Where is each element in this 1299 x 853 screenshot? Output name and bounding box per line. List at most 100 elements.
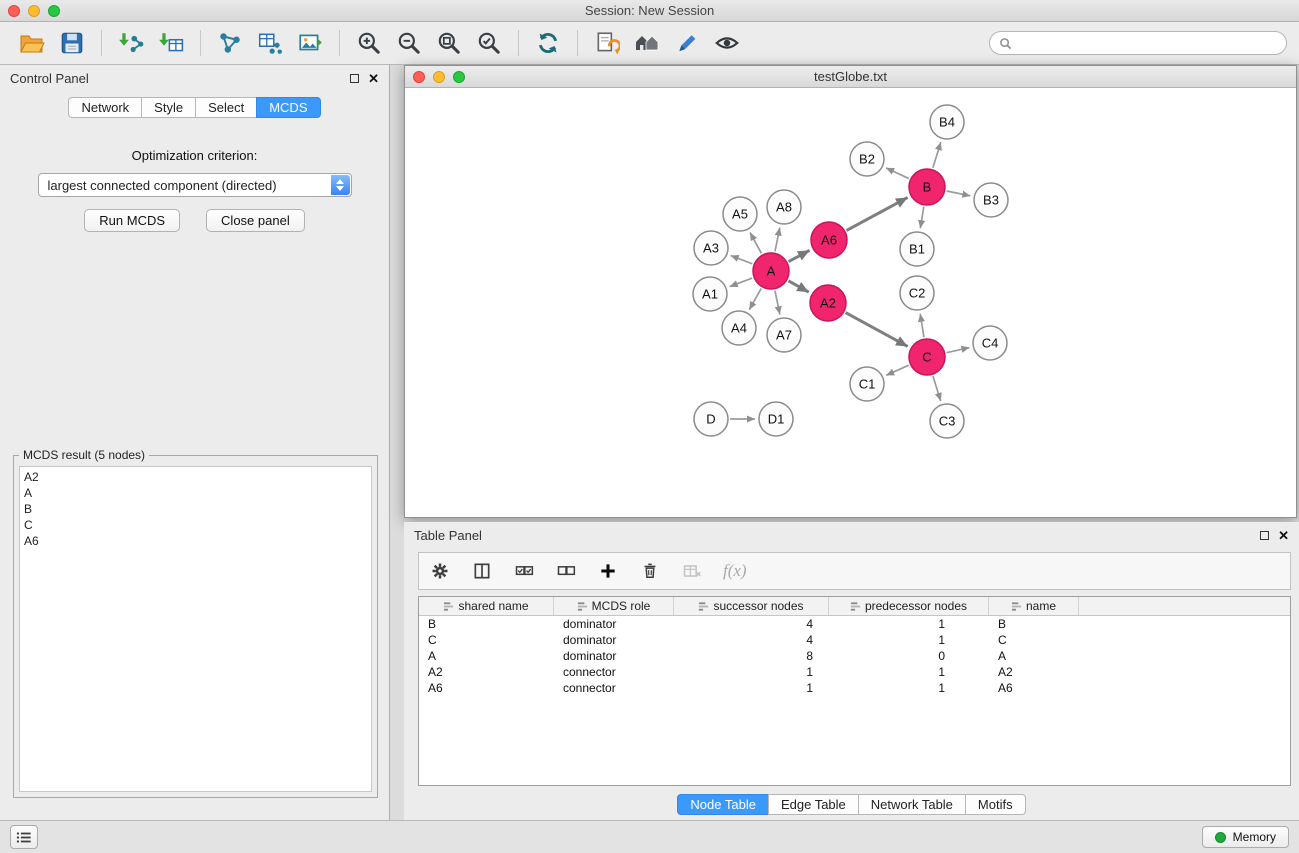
graph-edge-C-C1[interactable] bbox=[886, 365, 909, 375]
graph-node-C1[interactable]: C1 bbox=[850, 367, 884, 401]
graph-node-C3[interactable]: C3 bbox=[930, 404, 964, 438]
show-columns-button[interactable] bbox=[471, 560, 493, 582]
mcds-result-item[interactable]: C bbox=[24, 517, 367, 533]
table-cell[interactable]: 4 bbox=[674, 616, 829, 632]
table-cell[interactable]: 1 bbox=[829, 616, 989, 632]
table-row[interactable]: Cdominator41C bbox=[419, 632, 1290, 648]
graph-edge-A-A3[interactable] bbox=[731, 256, 753, 264]
table-tab-motifs[interactable]: Motifs bbox=[965, 794, 1026, 815]
graph-edge-B-B3[interactable] bbox=[947, 191, 971, 196]
show-hide-button[interactable] bbox=[707, 26, 747, 60]
criterion-dropdown[interactable]: largest connected component (directed) bbox=[38, 173, 352, 197]
float-table-panel-icon[interactable] bbox=[1260, 531, 1269, 540]
mcds-result-list[interactable]: A2ABCA6 bbox=[19, 466, 372, 792]
table-cell[interactable]: B bbox=[419, 616, 554, 632]
table-cell[interactable]: 1 bbox=[829, 632, 989, 648]
graph-node-C2[interactable]: C2 bbox=[900, 276, 934, 310]
table-cell[interactable]: A6 bbox=[419, 680, 554, 696]
home-button[interactable] bbox=[627, 26, 667, 60]
deselect-all-button[interactable] bbox=[555, 560, 577, 582]
graph-node-A4[interactable]: A4 bbox=[722, 311, 756, 345]
maximize-network-window-button[interactable] bbox=[453, 71, 465, 83]
graph-edge-A-A6[interactable] bbox=[789, 250, 810, 261]
column-header-predecessor-nodes[interactable]: predecessor nodes bbox=[829, 597, 989, 615]
mcds-result-item[interactable]: A2 bbox=[24, 469, 367, 485]
close-window-button[interactable] bbox=[8, 5, 20, 17]
graph-node-B1[interactable]: B1 bbox=[900, 232, 934, 266]
graph-node-D1[interactable]: D1 bbox=[759, 402, 793, 436]
export-image-button[interactable] bbox=[290, 26, 330, 60]
graph-node-B2[interactable]: B2 bbox=[850, 142, 884, 176]
table-cell[interactable]: 1 bbox=[829, 680, 989, 696]
table-cell[interactable]: dominator bbox=[554, 616, 674, 632]
graph-edge-A-A5[interactable] bbox=[750, 232, 761, 253]
graph-node-A2[interactable]: A2 bbox=[810, 285, 846, 321]
table-row[interactable]: A6connector11A6 bbox=[419, 680, 1290, 696]
close-network-window-button[interactable] bbox=[413, 71, 425, 83]
column-header-shared-name[interactable]: shared name bbox=[419, 597, 554, 615]
column-header-MCDS-role[interactable]: MCDS role bbox=[554, 597, 674, 615]
table-cell[interactable]: A6 bbox=[989, 680, 1079, 696]
graph-node-C[interactable]: C bbox=[909, 339, 945, 375]
table-cell[interactable]: A2 bbox=[989, 664, 1079, 680]
graph-node-A7[interactable]: A7 bbox=[767, 318, 801, 352]
table-cell[interactable]: A bbox=[989, 648, 1079, 664]
snapshot-button[interactable] bbox=[587, 26, 627, 60]
graph-edge-B-B4[interactable] bbox=[933, 142, 941, 168]
graph-node-A6[interactable]: A6 bbox=[811, 222, 847, 258]
mcds-result-item[interactable]: A6 bbox=[24, 533, 367, 549]
table-cell[interactable]: connector bbox=[554, 680, 674, 696]
table-settings-button[interactable] bbox=[429, 560, 451, 582]
table-cell[interactable]: C bbox=[989, 632, 1079, 648]
search-field[interactable] bbox=[989, 31, 1287, 55]
tab-network[interactable]: Network bbox=[68, 97, 141, 118]
table-row[interactable]: Bdominator41B bbox=[419, 616, 1290, 632]
graph-node-B3[interactable]: B3 bbox=[974, 183, 1008, 217]
table-cell[interactable]: connector bbox=[554, 664, 674, 680]
table-row[interactable]: Adominator80A bbox=[419, 648, 1290, 664]
table-tab-node-table[interactable]: Node Table bbox=[677, 794, 768, 815]
network-from-table-button[interactable] bbox=[250, 26, 290, 60]
save-session-button[interactable] bbox=[52, 26, 92, 60]
import-network-button[interactable] bbox=[111, 26, 151, 60]
table-cell[interactable]: A2 bbox=[419, 664, 554, 680]
table-cell[interactable]: dominator bbox=[554, 632, 674, 648]
zoom-selected-button[interactable] bbox=[469, 26, 509, 60]
graph-node-C4[interactable]: C4 bbox=[973, 326, 1007, 360]
run-mcds-button[interactable]: Run MCDS bbox=[84, 209, 180, 232]
graph-edge-C-C3[interactable] bbox=[933, 376, 941, 401]
delete-rows-button[interactable] bbox=[639, 560, 661, 582]
graph-node-A5[interactable]: A5 bbox=[723, 197, 757, 231]
graph-edge-A2-C[interactable] bbox=[846, 313, 908, 347]
table-cell[interactable]: 4 bbox=[674, 632, 829, 648]
table-cell[interactable]: 1 bbox=[829, 664, 989, 680]
table-cell[interactable]: C bbox=[419, 632, 554, 648]
column-header-name[interactable]: name bbox=[989, 597, 1079, 615]
add-row-button[interactable] bbox=[597, 560, 619, 582]
column-header-successor-nodes[interactable]: successor nodes bbox=[674, 597, 829, 615]
graph-node-A8[interactable]: A8 bbox=[767, 190, 801, 224]
graph-node-A3[interactable]: A3 bbox=[694, 231, 728, 265]
minimize-network-window-button[interactable] bbox=[433, 71, 445, 83]
import-table-button[interactable] bbox=[151, 26, 191, 60]
table-cell[interactable]: 0 bbox=[829, 648, 989, 664]
graph-edge-A-A8[interactable] bbox=[775, 228, 780, 252]
float-panel-icon[interactable] bbox=[350, 74, 359, 83]
mcds-result-item[interactable]: B bbox=[24, 501, 367, 517]
table-cell[interactable]: A bbox=[419, 648, 554, 664]
zoom-in-button[interactable] bbox=[349, 26, 389, 60]
network-canvas[interactable]: AA2A6BCA1A3A4A5A7A8B1B2B3B4C1C2C3C4DD1 bbox=[405, 88, 1296, 517]
table-cell[interactable]: 8 bbox=[674, 648, 829, 664]
tab-select[interactable]: Select bbox=[195, 97, 256, 118]
graph-edge-A-A1[interactable] bbox=[730, 278, 753, 287]
table-cell[interactable]: 1 bbox=[674, 664, 829, 680]
function-builder-button[interactable]: f(x) bbox=[723, 561, 747, 581]
graph-node-B[interactable]: B bbox=[909, 169, 945, 205]
search-input[interactable] bbox=[1017, 36, 1277, 50]
tab-style[interactable]: Style bbox=[141, 97, 195, 118]
refresh-view-button[interactable] bbox=[528, 26, 568, 60]
minimize-window-button[interactable] bbox=[28, 5, 40, 17]
graph-node-D[interactable]: D bbox=[694, 402, 728, 436]
select-all-button[interactable] bbox=[513, 560, 535, 582]
mcds-result-item[interactable]: A bbox=[24, 485, 367, 501]
